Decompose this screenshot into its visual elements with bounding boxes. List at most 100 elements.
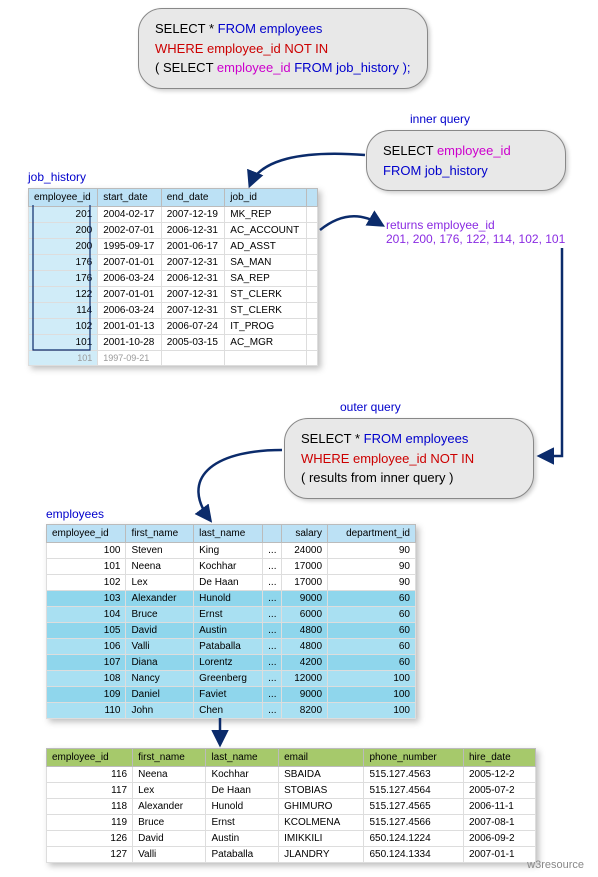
cell: Valli bbox=[126, 639, 194, 655]
cell: AD_ASST bbox=[225, 239, 307, 255]
cell: 109 bbox=[47, 687, 126, 703]
cell: Austin bbox=[206, 831, 279, 847]
table-row: 127ValliPataballaJLANDRY650.124.13342007… bbox=[47, 847, 536, 863]
cell bbox=[307, 223, 318, 239]
cell: 2001-10-28 bbox=[98, 335, 162, 351]
cell: 2006-11-1 bbox=[463, 799, 535, 815]
txt: FROM job_history bbox=[383, 163, 488, 178]
cell: Nancy bbox=[126, 671, 194, 687]
cell: 101 bbox=[47, 559, 126, 575]
cell: 2006-12-31 bbox=[161, 271, 225, 287]
outer-query-box: SELECT * FROM employees WHERE employee_i… bbox=[284, 418, 534, 499]
cell: 100 bbox=[328, 703, 416, 719]
txt: SELECT * bbox=[155, 21, 218, 36]
cell: STOBIAS bbox=[279, 783, 364, 799]
cell: 2004-02-17 bbox=[98, 207, 162, 223]
cell: 100 bbox=[328, 671, 416, 687]
cell: 106 bbox=[47, 639, 126, 655]
th: phone_number bbox=[364, 749, 464, 767]
cell: 114 bbox=[29, 303, 98, 319]
cell: KCOLMENA bbox=[279, 815, 364, 831]
th: job_id bbox=[225, 189, 307, 207]
cell: 117 bbox=[47, 783, 133, 799]
cell: Ernst bbox=[194, 607, 263, 623]
cell: 2005-12-2 bbox=[463, 767, 535, 783]
cell bbox=[307, 207, 318, 223]
cell: King bbox=[194, 543, 263, 559]
cell: 4800 bbox=[282, 623, 328, 639]
th: email bbox=[279, 749, 364, 767]
cell: 2007-08-1 bbox=[463, 815, 535, 831]
cell: 105 bbox=[47, 623, 126, 639]
cell: 1995-09-17 bbox=[98, 239, 162, 255]
cell: 2001-06-17 bbox=[161, 239, 225, 255]
cell: Chen bbox=[194, 703, 263, 719]
cell: Neena bbox=[126, 559, 194, 575]
th bbox=[307, 189, 318, 207]
cell: Pataballa bbox=[194, 639, 263, 655]
table-row: 106ValliPataballa...480060 bbox=[47, 639, 416, 655]
cell: 176 bbox=[29, 271, 98, 287]
cell: Diana bbox=[126, 655, 194, 671]
cell: 176 bbox=[29, 255, 98, 271]
th: last_name bbox=[194, 525, 263, 543]
outer-query-label: outer query bbox=[340, 400, 401, 414]
cell: 90 bbox=[328, 575, 416, 591]
cell: Bruce bbox=[126, 607, 194, 623]
cell: 650.124.1224 bbox=[364, 831, 464, 847]
txt: FROM employees bbox=[364, 431, 469, 446]
cell bbox=[307, 303, 318, 319]
cell: 2006-09-2 bbox=[463, 831, 535, 847]
table-row: 109DanielFaviet...9000100 bbox=[47, 687, 416, 703]
table-row: 119BruceErnstKCOLMENA515.127.45662007-08… bbox=[47, 815, 536, 831]
th: start_date bbox=[98, 189, 162, 207]
cell: AC_ACCOUNT bbox=[225, 223, 307, 239]
cell: Pataballa bbox=[206, 847, 279, 863]
cell: ... bbox=[263, 575, 282, 591]
cell: Lex bbox=[133, 783, 206, 799]
table-row: 103AlexanderHunold...900060 bbox=[47, 591, 416, 607]
table-header-row: employee_id start_date end_date job_id bbox=[29, 189, 318, 207]
table-row: 117LexDe HaanSTOBIAS515.127.45642005-07-… bbox=[47, 783, 536, 799]
inner-query-box: SELECT employee_id FROM job_history bbox=[366, 130, 566, 191]
table-row: 105DavidAustin...480060 bbox=[47, 623, 416, 639]
txt: SELECT * bbox=[301, 431, 364, 446]
table-row: 126DavidAustinIMIKKILI650.124.12242006-0… bbox=[47, 831, 536, 847]
cell bbox=[307, 239, 318, 255]
table-row: 1762006-03-242006-12-31SA_REP bbox=[29, 271, 318, 287]
cell: 2001-01-13 bbox=[98, 319, 162, 335]
cell: 9000 bbox=[282, 687, 328, 703]
cell: 201 bbox=[29, 207, 98, 223]
cell: 60 bbox=[328, 591, 416, 607]
cell: JLANDRY bbox=[279, 847, 364, 863]
cell: 100 bbox=[47, 543, 126, 559]
cell bbox=[307, 271, 318, 287]
table-row: 2001995-09-172001-06-17AD_ASST bbox=[29, 239, 318, 255]
txt: ( results from inner query ) bbox=[301, 470, 453, 485]
cell: ... bbox=[263, 687, 282, 703]
cell: 24000 bbox=[282, 543, 328, 559]
cell: 102 bbox=[47, 575, 126, 591]
table-row: 100StevenKing...2400090 bbox=[47, 543, 416, 559]
cell: 60 bbox=[328, 623, 416, 639]
cell: ... bbox=[263, 639, 282, 655]
table-row: 1222007-01-012007-12-31ST_CLERK bbox=[29, 287, 318, 303]
cell: 4800 bbox=[282, 639, 328, 655]
th: salary bbox=[282, 525, 328, 543]
cell: 103 bbox=[47, 591, 126, 607]
txt: ( SELECT bbox=[155, 60, 217, 75]
cell: IMIKKILI bbox=[279, 831, 364, 847]
table-row: 1012001-10-282005-03-15AC_MGR bbox=[29, 335, 318, 351]
txt: FROM employees bbox=[218, 21, 323, 36]
cell: ... bbox=[263, 543, 282, 559]
employees-label: employees bbox=[46, 507, 104, 521]
table-row: 110JohnChen...8200100 bbox=[47, 703, 416, 719]
cell: David bbox=[126, 623, 194, 639]
cell: GHIMURO bbox=[279, 799, 364, 815]
cell: 104 bbox=[47, 607, 126, 623]
cell: 122 bbox=[29, 287, 98, 303]
cell: Neena bbox=[133, 767, 206, 783]
cell: 101 bbox=[29, 335, 98, 351]
cell: ... bbox=[263, 607, 282, 623]
cell: 116 bbox=[47, 767, 133, 783]
